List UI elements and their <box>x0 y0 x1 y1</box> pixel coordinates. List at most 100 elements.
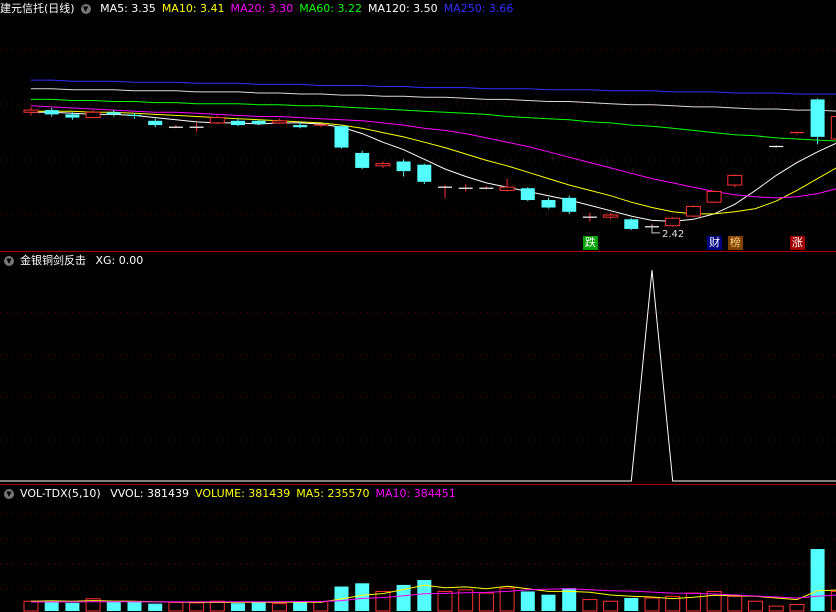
candle <box>85 110 101 119</box>
indicator-menu-icon[interactable]: ▼ <box>4 489 14 499</box>
volume-bar <box>789 603 805 612</box>
xg-signal-line <box>0 269 836 482</box>
candle <box>313 124 328 128</box>
candle-body <box>106 112 121 115</box>
candle <box>168 125 183 129</box>
ma250-line <box>31 79 836 95</box>
candle-body <box>85 111 101 119</box>
candle-body <box>665 217 681 227</box>
volume-bar <box>148 603 163 611</box>
candle-body <box>624 219 639 229</box>
indicator-menu-icon[interactable]: ▼ <box>4 256 14 266</box>
volume-bar <box>830 590 836 612</box>
candle-body <box>562 197 577 212</box>
event-badge[interactable]: 榜 <box>727 236 743 250</box>
candle-body <box>417 164 432 182</box>
volume-bar <box>251 601 266 611</box>
candle-body <box>293 125 308 128</box>
volume-bar <box>437 590 453 612</box>
low-price-label: 2.42 <box>662 229 684 240</box>
candle <box>665 217 681 227</box>
candle <box>769 145 784 148</box>
candle-body <box>520 188 535 201</box>
volume-bar <box>313 601 329 612</box>
candle <box>271 118 287 125</box>
candle <box>562 195 577 214</box>
event-badge[interactable]: 跌 <box>582 236 598 250</box>
candle-body <box>209 117 225 124</box>
candle <box>438 185 452 198</box>
ma-legend-item: MA5: 3.35 <box>100 2 156 15</box>
candle <box>727 174 743 188</box>
volume-bar <box>644 597 660 612</box>
candle-body <box>830 116 836 140</box>
volume-bar <box>541 594 556 611</box>
ma-legend-item: MA60: 3.22 <box>299 2 362 15</box>
candle-body <box>375 163 391 167</box>
candle <box>499 178 515 192</box>
ma-legend-item: MA20: 3.30 <box>230 2 294 15</box>
volume-bar <box>127 602 142 611</box>
candle <box>334 125 349 149</box>
candle <box>127 113 142 119</box>
indicator-title: 金银铜剑反击 <box>20 254 86 267</box>
volume-bar <box>685 592 701 612</box>
candle-body <box>334 126 349 148</box>
candle-body <box>23 109 39 113</box>
indicator-panel[interactable]: ▼ 金银铜剑反击 XG: 0.00 <box>0 252 836 485</box>
ma-legend-item: MA120: 3.50 <box>367 2 438 15</box>
volume-panel[interactable]: ▼ VOL-TDX(5,10) VVOL: 381439 VOLUME: 38143… <box>0 485 836 612</box>
volume-bar <box>65 602 80 611</box>
ma-legend-item: MA10: 3.41 <box>161 2 225 15</box>
candle <box>458 183 473 192</box>
volume-chart[interactable] <box>0 485 836 612</box>
volume-bar <box>231 603 245 611</box>
volume-legend: VVOL: 381439 VOLUME: 381439 MA5: 235570 MA1… <box>110 487 462 500</box>
indicator-chart[interactable] <box>0 252 836 485</box>
main-chart-header: 建元信托(日线) ▼ MA5: 3.35 MA10: 3.41 MA20: 3.30 M… <box>0 0 525 18</box>
candle <box>189 122 204 132</box>
xg-value: XG: 0.00 <box>95 254 144 267</box>
candle <box>44 107 59 117</box>
volume-title: VOL-TDX(5,10) <box>20 487 101 500</box>
volume-bar <box>520 591 535 611</box>
volume-legend-item: MA5: 235570 <box>296 487 370 500</box>
candle-body <box>231 120 245 126</box>
candle-body <box>603 214 619 218</box>
event-badge[interactable]: 财 <box>707 236 723 250</box>
volume-bar <box>189 602 205 612</box>
candlestick-chart[interactable]: 4.12.42 <box>0 0 836 252</box>
indicator-menu-icon[interactable]: ▼ <box>80 4 91 14</box>
candle-body <box>44 110 59 115</box>
low-marker <box>651 224 660 234</box>
volume-bar <box>810 549 825 611</box>
candle <box>789 131 804 135</box>
volume-bar <box>727 595 743 612</box>
candle <box>106 110 121 117</box>
volume-legend-item: MA10: 384451 <box>375 487 456 500</box>
candle-body <box>355 152 370 168</box>
volume-bar <box>603 600 619 612</box>
candle <box>375 161 391 168</box>
candle-body <box>271 120 287 124</box>
candle <box>603 212 619 220</box>
candle <box>830 116 836 140</box>
candle-body <box>541 200 556 208</box>
candle-body <box>727 174 743 186</box>
candle-body <box>148 120 163 126</box>
candle-body <box>706 190 722 203</box>
candle <box>231 118 245 127</box>
volume-legend-item: VVOL: 381439 <box>110 487 190 500</box>
volume-bar <box>168 602 184 612</box>
candle <box>209 115 225 125</box>
candle-body <box>499 186 515 191</box>
main-chart-panel[interactable]: 4.12.42 建元信托(日线) ▼ MA5: 3.35 MA10: 3.41 MA2… <box>0 0 836 252</box>
candle <box>685 205 701 218</box>
candle <box>706 190 722 204</box>
event-badge[interactable]: 涨 <box>789 236 805 250</box>
candle <box>417 163 432 184</box>
candle <box>251 119 266 126</box>
candle <box>396 159 411 177</box>
candle-body <box>810 99 825 137</box>
candle-body <box>251 120 266 125</box>
